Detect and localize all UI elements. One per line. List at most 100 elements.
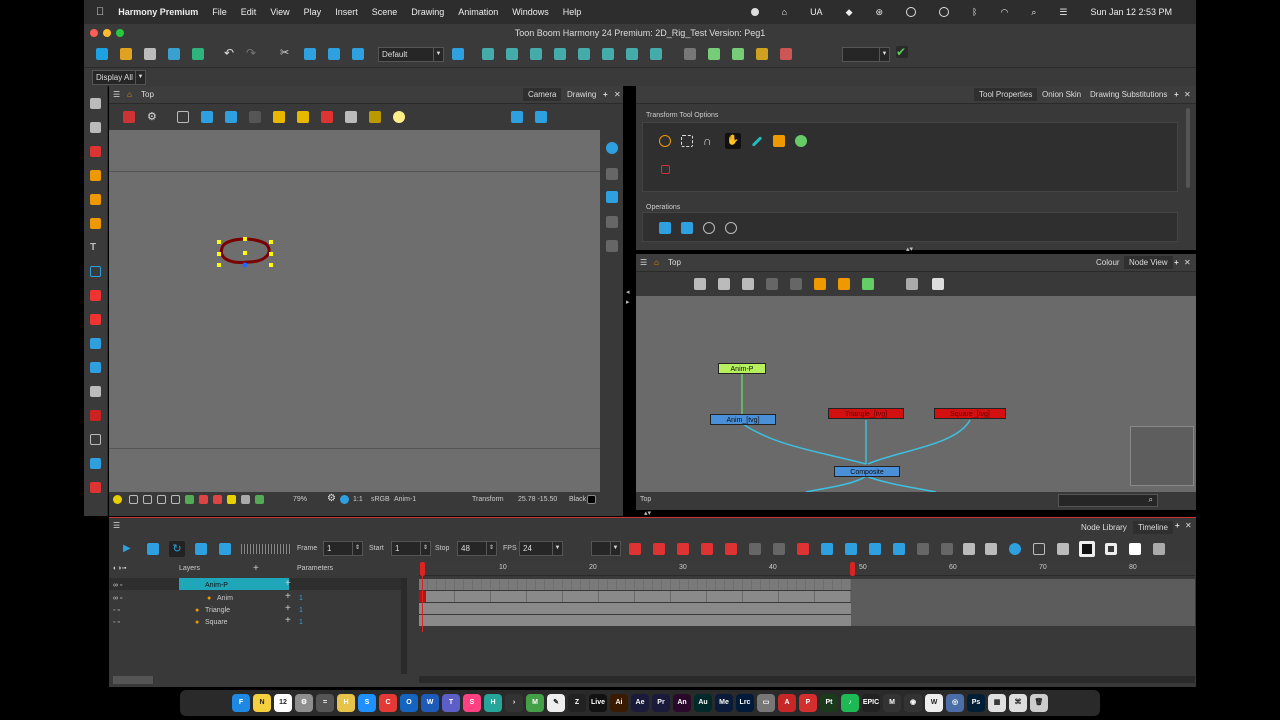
timeline-hscrollbar[interactable] [419, 676, 1195, 683]
dock-pt-icon[interactable]: Pt [820, 694, 838, 712]
snap-icon[interactable] [506, 48, 518, 60]
app-menu[interactable]: Harmony Premium [118, 7, 198, 17]
palette-icon[interactable] [241, 495, 250, 504]
sound-icon[interactable] [195, 543, 207, 555]
frame-toggle-icon[interactable] [129, 495, 138, 504]
bone-icon[interactable] [554, 48, 566, 60]
add-drawing-icon[interactable] [123, 111, 135, 123]
dock-notes-icon[interactable]: N [253, 694, 271, 712]
interpolation-select[interactable]: ▼ [591, 541, 621, 556]
dock-safari-icon[interactable]: S [358, 694, 376, 712]
minimize-window-button[interactable] [103, 29, 111, 37]
tree-icon[interactable] [862, 278, 874, 290]
display-small-icon[interactable] [1105, 543, 1117, 555]
grid-icon[interactable] [177, 111, 189, 123]
loop-icon[interactable]: ↻ [169, 541, 185, 557]
tab-node-view[interactable]: Node View [1124, 256, 1173, 269]
magnet-icon[interactable]: ∩ [703, 135, 715, 147]
dropper-tool-icon[interactable] [90, 314, 101, 325]
record-icon[interactable] [750, 8, 759, 16]
tool-properties-scrollbar[interactable] [1186, 108, 1190, 188]
tab-onion-skin[interactable]: Onion Skin [1042, 90, 1081, 99]
collapse-left-icon[interactable]: ◂ [626, 288, 630, 296]
pivot-tool-icon[interactable] [773, 135, 785, 147]
peg-select-icon[interactable]: ✋ [725, 133, 741, 149]
onion-toggle-icon[interactable] [1009, 543, 1021, 555]
panel-collapse-down-icon[interactable]: ▴▾ [644, 509, 651, 517]
ease-in-icon[interactable] [629, 543, 641, 555]
light-table-icon[interactable] [249, 111, 261, 123]
transform-icon[interactable] [684, 48, 696, 60]
bone-select-icon[interactable] [751, 136, 763, 147]
aspect-icon[interactable] [340, 495, 349, 504]
rectangle-tool-icon[interactable] [90, 266, 101, 277]
add-param-icon[interactable]: + [285, 615, 291, 627]
node-navigator[interactable] [1130, 426, 1194, 486]
dock-calendar-icon[interactable]: 12 [274, 694, 292, 712]
add-tab-icon[interactable]: + [1174, 90, 1179, 99]
layer-row-anim[interactable]: ∞ ▫ ● Anim + 1 [109, 591, 404, 603]
dock-mural-icon[interactable]: ✎ [547, 694, 565, 712]
brush-mode-icon[interactable] [321, 111, 333, 123]
redo-icon[interactable]: ↷ [246, 46, 258, 60]
frame-icon[interactable] [756, 48, 768, 60]
new-scene-icon[interactable] [96, 48, 108, 60]
dock-live-icon[interactable]: Live [589, 694, 607, 712]
control-center-icon[interactable]: ☰ [1059, 7, 1067, 18]
dock-aftereffects-icon[interactable]: Ae [631, 694, 649, 712]
toolbar-empty-select[interactable]: ▼ [842, 47, 890, 62]
download-icon[interactable] [718, 278, 730, 290]
dock-acrobat-icon[interactable]: A [778, 694, 796, 712]
layers-3-icon[interactable] [606, 240, 618, 252]
paint-bucket-icon[interactable] [90, 482, 101, 493]
wifi-icon[interactable]: ◠ [1000, 7, 1008, 18]
display-select[interactable]: Display All ▼ [92, 70, 146, 85]
track-triangle[interactable] [419, 603, 851, 614]
rigging-tool-icon[interactable] [90, 410, 101, 421]
diamond-icon[interactable]: ◆ [846, 7, 853, 18]
film-icon[interactable] [171, 495, 180, 504]
raise-icon[interactable] [963, 543, 975, 555]
frame-range-icon[interactable] [1033, 543, 1045, 555]
panel-menu-icon[interactable]: ☰ [640, 258, 647, 267]
panel-collapse-up-icon[interactable]: ▴▾ [906, 245, 913, 253]
node-anim-drawing[interactable]: Anim_[tvg] [710, 414, 776, 425]
dock-zoom-icon[interactable]: Z [568, 694, 586, 712]
panel-menu-icon[interactable]: ☰ [113, 521, 120, 530]
settings-icon[interactable]: ⚙ [147, 111, 159, 123]
tab-timeline[interactable]: Timeline [1133, 521, 1173, 534]
dock-audition-icon[interactable]: Au [694, 694, 712, 712]
light-node-icon[interactable] [814, 278, 826, 290]
stop-motion-icon[interactable] [749, 543, 761, 555]
add-tab-icon[interactable]: + [1174, 258, 1179, 267]
paste-icon[interactable] [328, 48, 340, 60]
stop-field[interactable]: 48 ⇕ [457, 541, 497, 556]
camera-node-icon[interactable] [838, 278, 850, 290]
ease-out-icon[interactable] [653, 543, 665, 555]
undo-icon[interactable]: ↶ [224, 46, 236, 60]
close-panel-icon[interactable]: ✕ [1184, 90, 1191, 99]
envelope-icon[interactable] [602, 48, 614, 60]
lightning-icon[interactable] [227, 495, 236, 504]
dock-premiere-icon[interactable]: Pr [652, 694, 670, 712]
layer-param[interactable]: 1 [299, 617, 303, 629]
dock-word-icon[interactable]: W [421, 694, 439, 712]
node-link-icon[interactable] [780, 48, 792, 60]
paint-tool-icon[interactable] [90, 290, 101, 301]
flip-vertical-icon[interactable] [535, 111, 547, 123]
add-param-icon[interactable]: + [285, 591, 291, 603]
lock-icon[interactable]: ⌂ [782, 7, 787, 17]
dock-pinterest-icon[interactable]: P [799, 694, 817, 712]
lasso-icon[interactable] [659, 135, 671, 147]
zoom-window-button[interactable] [116, 29, 124, 37]
dock-finder-icon[interactable]: F [232, 694, 250, 712]
key-delete-icon[interactable] [725, 543, 737, 555]
flip-v-icon[interactable] [681, 222, 693, 234]
save-as-icon[interactable] [168, 48, 180, 60]
brush-tool-icon[interactable] [90, 146, 101, 157]
stop-marker[interactable] [850, 562, 855, 576]
safe-area-icon[interactable] [201, 111, 213, 123]
stop-icon[interactable] [661, 165, 670, 174]
frame-ruler[interactable]: 10 20 30 40 50 60 70 80 [419, 562, 1195, 576]
dock-harmony-icon[interactable]: H [337, 694, 355, 712]
